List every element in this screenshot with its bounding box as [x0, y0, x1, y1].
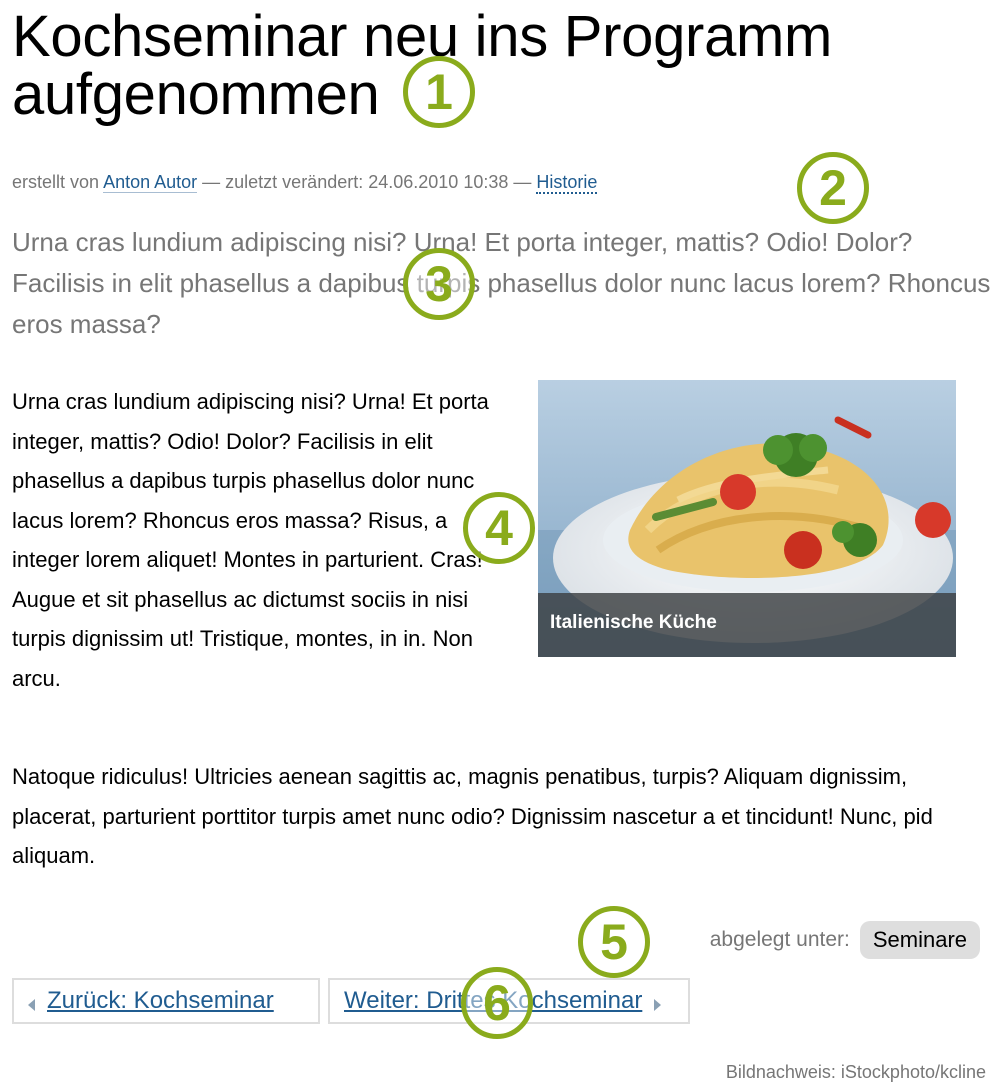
image-caption: Italienische Küche [538, 593, 956, 657]
article-image[interactable]: Italienische Küche [538, 380, 956, 657]
callout-marker-2: 2 [797, 152, 869, 224]
article-page: Kochseminar neu ins Programm aufgenommen… [0, 0, 998, 1088]
modified-date: — zuletzt verändert: 24.06.2010 10:38 — [202, 172, 532, 192]
byline: erstellt von Anton Autor — zuletzt verän… [12, 172, 598, 194]
body-paragraph-2: Natoque ridiculus! Ultricies aenean sagi… [12, 764, 933, 868]
callout-marker-4: 4 [463, 492, 535, 564]
body-paragraph-1: Urna cras lundium adipiscing nisi? Urna!… [12, 389, 489, 691]
author-link[interactable]: Anton Autor [103, 172, 198, 193]
callout-marker-1: 1 [403, 56, 475, 128]
image-credit: Bildnachweis: iStockphoto/kcline [725, 1062, 986, 1082]
tag-seminare[interactable]: Seminare [859, 921, 980, 959]
arrow-left-icon [28, 999, 35, 1011]
history-link[interactable]: Historie [536, 172, 598, 194]
callout-marker-3: 3 [403, 248, 475, 320]
callout-marker-5: 5 [578, 906, 650, 978]
category-tags: abgelegt unter: Seminare [710, 921, 980, 959]
previous-article-button[interactable]: Zurück: Kochseminar [12, 978, 320, 1024]
callout-marker-6: 6 [461, 967, 533, 1039]
previous-article-label: Zurück: Kochseminar [47, 987, 274, 1014]
filed-under-label: abgelegt unter: [709, 928, 850, 951]
arrow-right-icon [654, 999, 662, 1011]
created-by-label: erstellt von [12, 172, 100, 192]
lead-paragraph: Urna cras lundium adipiscing nisi? Urna!… [12, 227, 991, 339]
